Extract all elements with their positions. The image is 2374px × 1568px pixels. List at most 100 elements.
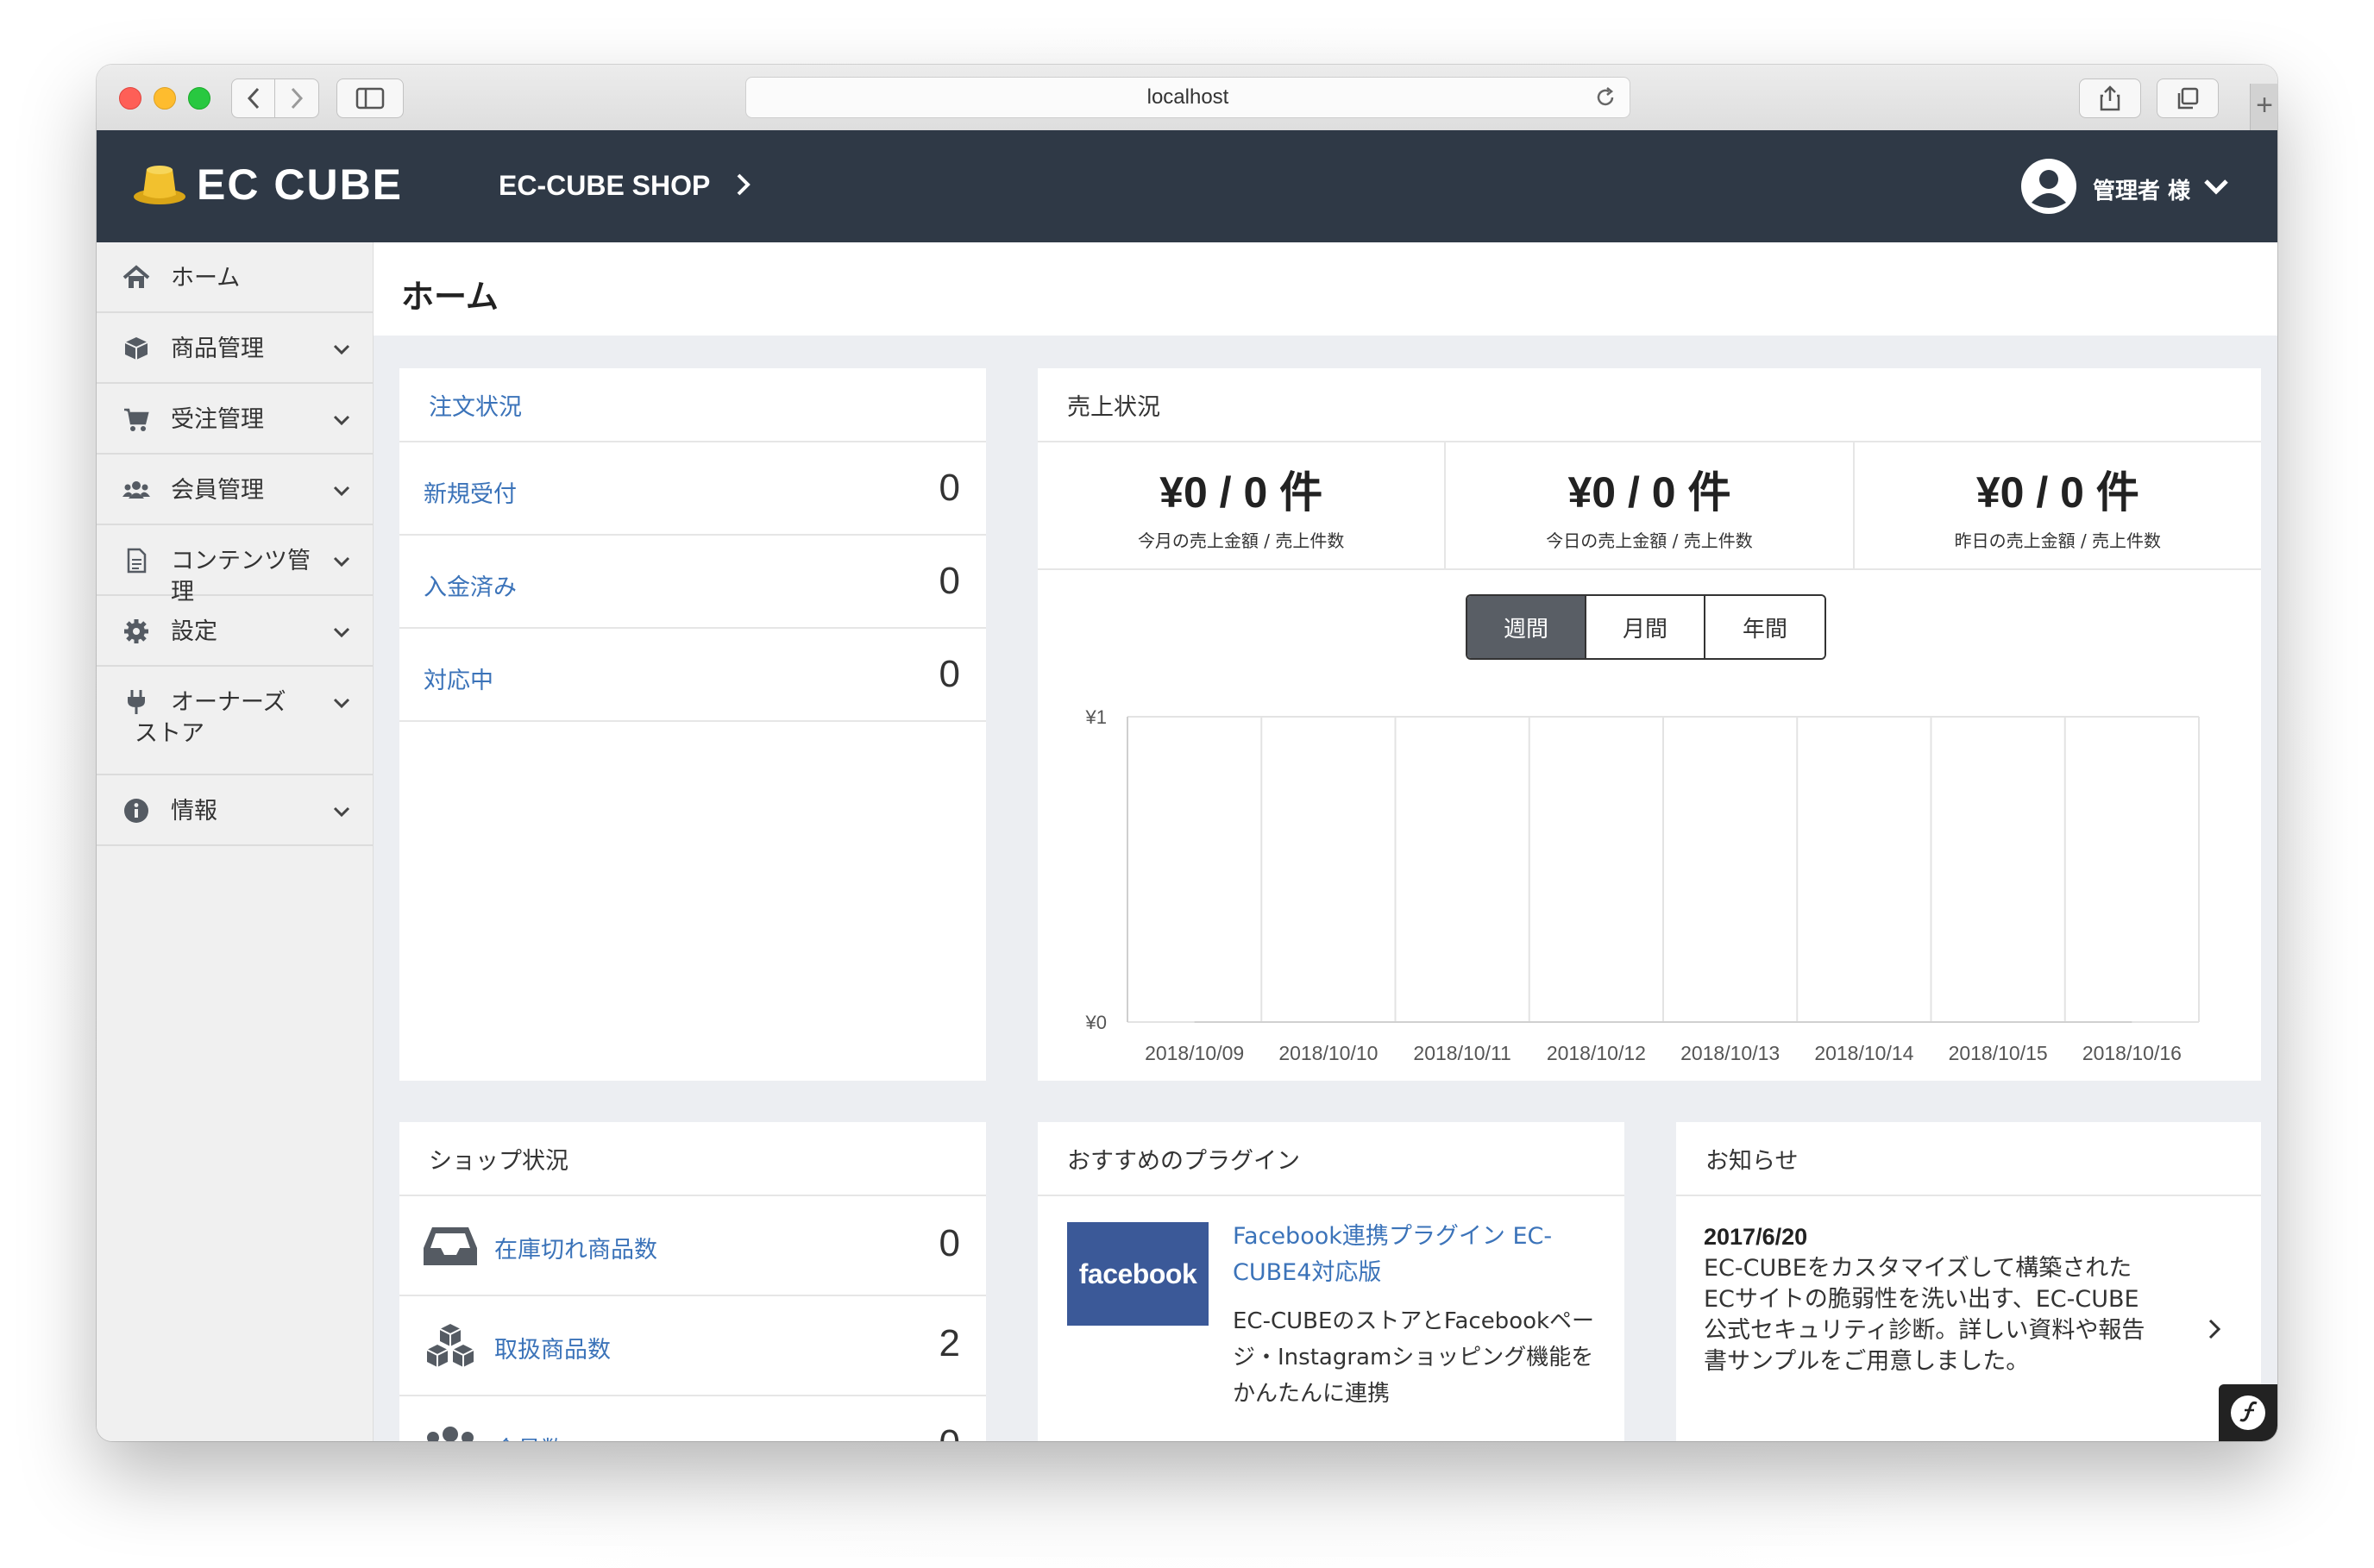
forward-button[interactable] [274,78,319,118]
home-icon [122,265,150,288]
sidebar-item-orders[interactable]: 受注管理 [97,384,373,455]
info-icon [124,799,148,823]
ec-cube-logo[interactable]: EC CUBE [131,160,403,210]
minimize-window-button[interactable] [154,87,176,110]
browser-toolbar: localhost + [97,65,2277,131]
sales-chart: ¥0 ¥1 2018/10/09 2018/10/10 2018/10/11 2018/1… [1085,706,2200,1064]
order-row-paid[interactable]: 入金済み 0 [399,536,986,629]
shop-row-members[interactable]: 会員数 0 [399,1396,986,1441]
plugins-heading: おすすめのプラグイン [1038,1122,1624,1196]
chart-x-tick-label: 2018/10/13 [1680,1042,1780,1064]
chevron-down-icon [333,415,350,426]
sidebar-item-owners-store[interactable]: オーナーズストア [97,667,373,775]
order-row-label[interactable]: 入金済み [424,568,517,602]
chart-x-tick-label: 2018/10/10 [1278,1042,1378,1064]
back-button[interactable] [231,78,276,118]
news-date: 2017/6/20 [1704,1224,1808,1250]
sales-stats: ¥0 / 0 件 今月の売上金額 / 売上件数 ¥0 / 0 件 今日の売上金額… [1038,442,2261,570]
sidebar-toggle-button[interactable] [336,78,404,118]
app-header: EC CUBE EC-CUBE SHOP 管理者 様 [97,130,2277,242]
shop-status-heading: ショップ状況 [399,1122,986,1196]
chart-x-tick-label: 2018/10/15 [1949,1042,2048,1064]
sales-status-card: 売上状況 ¥0 / 0 件 今月の売上金額 / 売上件数 ¥0 / 0 件 今日… [1038,368,2261,1081]
users-icon [427,1427,474,1441]
share-button[interactable] [2079,78,2141,118]
period-yearly-button[interactable]: 年間 [1705,596,1824,658]
logo-text: EC CUBE [197,160,404,209]
chevron-down-icon [333,556,350,568]
chevron-right-icon[interactable] [731,172,757,198]
news-text[interactable]: EC-CUBEをカスタマイズして構築されたECサイトの脆弱性を洗い出す、EC-C… [1704,1253,2152,1377]
close-window-button[interactable] [119,87,141,110]
symfony-icon [2231,1396,2265,1430]
period-monthly-button[interactable]: 月間 [1586,596,1705,658]
box-icon [124,337,148,360]
period-toggle: 週間 月間 年間 [1466,594,1826,660]
new-tab-button[interactable]: + [2250,84,2277,130]
chevron-down-icon [333,344,350,355]
reload-icon[interactable] [1593,85,1617,110]
sales-stat-label: 昨日の売上金額 / 売上件数 [1954,530,2162,551]
order-status-card: 注文状況 新規受付 0 入金済み 0 対応中 0 [399,368,986,1081]
page-title-bar: ホーム [374,242,2277,336]
order-status-heading[interactable]: 注文状況 [399,368,986,442]
chevron-right-icon[interactable] [2202,1317,2226,1341]
facebook-logo[interactable]: facebook [1067,1222,1209,1326]
page-title: ホーム [401,278,499,316]
shop-row-label[interactable]: 会員数 [494,1431,564,1441]
cube-hat-icon [134,166,185,204]
period-weekly-button[interactable]: 週間 [1467,596,1586,658]
chevron-down-icon[interactable] [2201,172,2231,201]
shop-row-value: 0 [939,1222,960,1264]
cubes-icon [426,1324,474,1367]
plugin-title-link[interactable]: Facebook連携プラグイン EC-CUBE4対応版 [1233,1219,1595,1291]
sales-stat-label: 今月の売上金額 / 売上件数 [1137,530,1345,551]
symfony-toolbar-toggle[interactable] [2219,1384,2277,1441]
chevron-down-icon [333,806,350,818]
sidebar-item-products[interactable]: 商品管理 [97,313,373,384]
shop-status-title: ショップ状況 [429,1147,568,1175]
sidebar-item-members[interactable]: 会員管理 [97,455,373,525]
tabs-icon [2177,87,2199,110]
order-row-label[interactable]: 新規受付 [424,475,517,509]
shop-status-card: ショップ状況 在庫切れ商品数 0 取扱商品数 2 [399,1122,986,1441]
news-title: お知らせ [1705,1147,1799,1175]
url-text: localhost [1146,85,1229,109]
zoom-window-button[interactable] [188,87,210,110]
shop-row-products[interactable]: 取扱商品数 2 [399,1296,986,1396]
chart-x-tick-label: 2018/10/14 [1814,1042,1913,1064]
chart-x-tick-label: 2018/10/12 [1547,1042,1646,1064]
sidebar-item-info[interactable]: 情報 [97,775,373,846]
news-heading: お知らせ [1676,1122,2261,1196]
sidebar-item-home[interactable]: ホーム [97,242,373,313]
shop-row-label[interactable]: 取扱商品数 [494,1331,611,1364]
document-icon [127,548,147,574]
shop-name-link[interactable]: EC-CUBE SHOP [499,170,710,202]
order-row-new[interactable]: 新規受付 0 [399,442,986,536]
order-row-value: 0 [939,467,960,509]
sales-stat-value: ¥0 / 0 件 [1975,468,2139,517]
chevron-left-icon [247,87,260,110]
user-name[interactable]: 管理者 様 [2093,173,2190,205]
sales-status-title: 売上状況 [1067,393,1160,421]
inbox-icon [424,1227,477,1265]
sidebar-item-contents[interactable]: コンテンツ管理 [97,525,373,605]
news-card: お知らせ 2017/6/20 EC-CUBEをカスタマイズして構築されたECサイ… [1676,1122,2261,1441]
sidebar-item-settings[interactable]: 設定 [97,596,373,667]
sales-stat-label: 今日の売上金額 / 売上件数 [1546,530,1753,551]
plugin-description: EC-CUBEのストアとFacebookページ・Instagramショッピング機… [1233,1308,1595,1407]
user-avatar-icon[interactable] [2020,158,2077,215]
shop-row-label[interactable]: 在庫切れ商品数 [494,1231,657,1264]
shop-row-value: 0 [939,1422,960,1441]
order-row-in-progress[interactable]: 対応中 0 [399,629,986,722]
show-tabs-button[interactable] [2157,78,2219,118]
share-icon [2100,85,2120,111]
shop-row-out-of-stock[interactable]: 在庫切れ商品数 0 [399,1196,986,1296]
address-bar[interactable]: localhost [745,77,1630,118]
order-row-label[interactable]: 対応中 [424,662,493,695]
users-icon [122,481,150,499]
plugins-title: おすすめのプラグイン [1067,1147,1300,1175]
sidebar: ホーム 商品管理 受注管理 会員管理 コンテンツ管理 設定 オーナーズストア 情… [97,242,374,1441]
chart-x-tick-label: 2018/10/09 [1145,1042,1244,1064]
chart-x-tick-label: 2018/10/16 [2082,1042,2182,1064]
